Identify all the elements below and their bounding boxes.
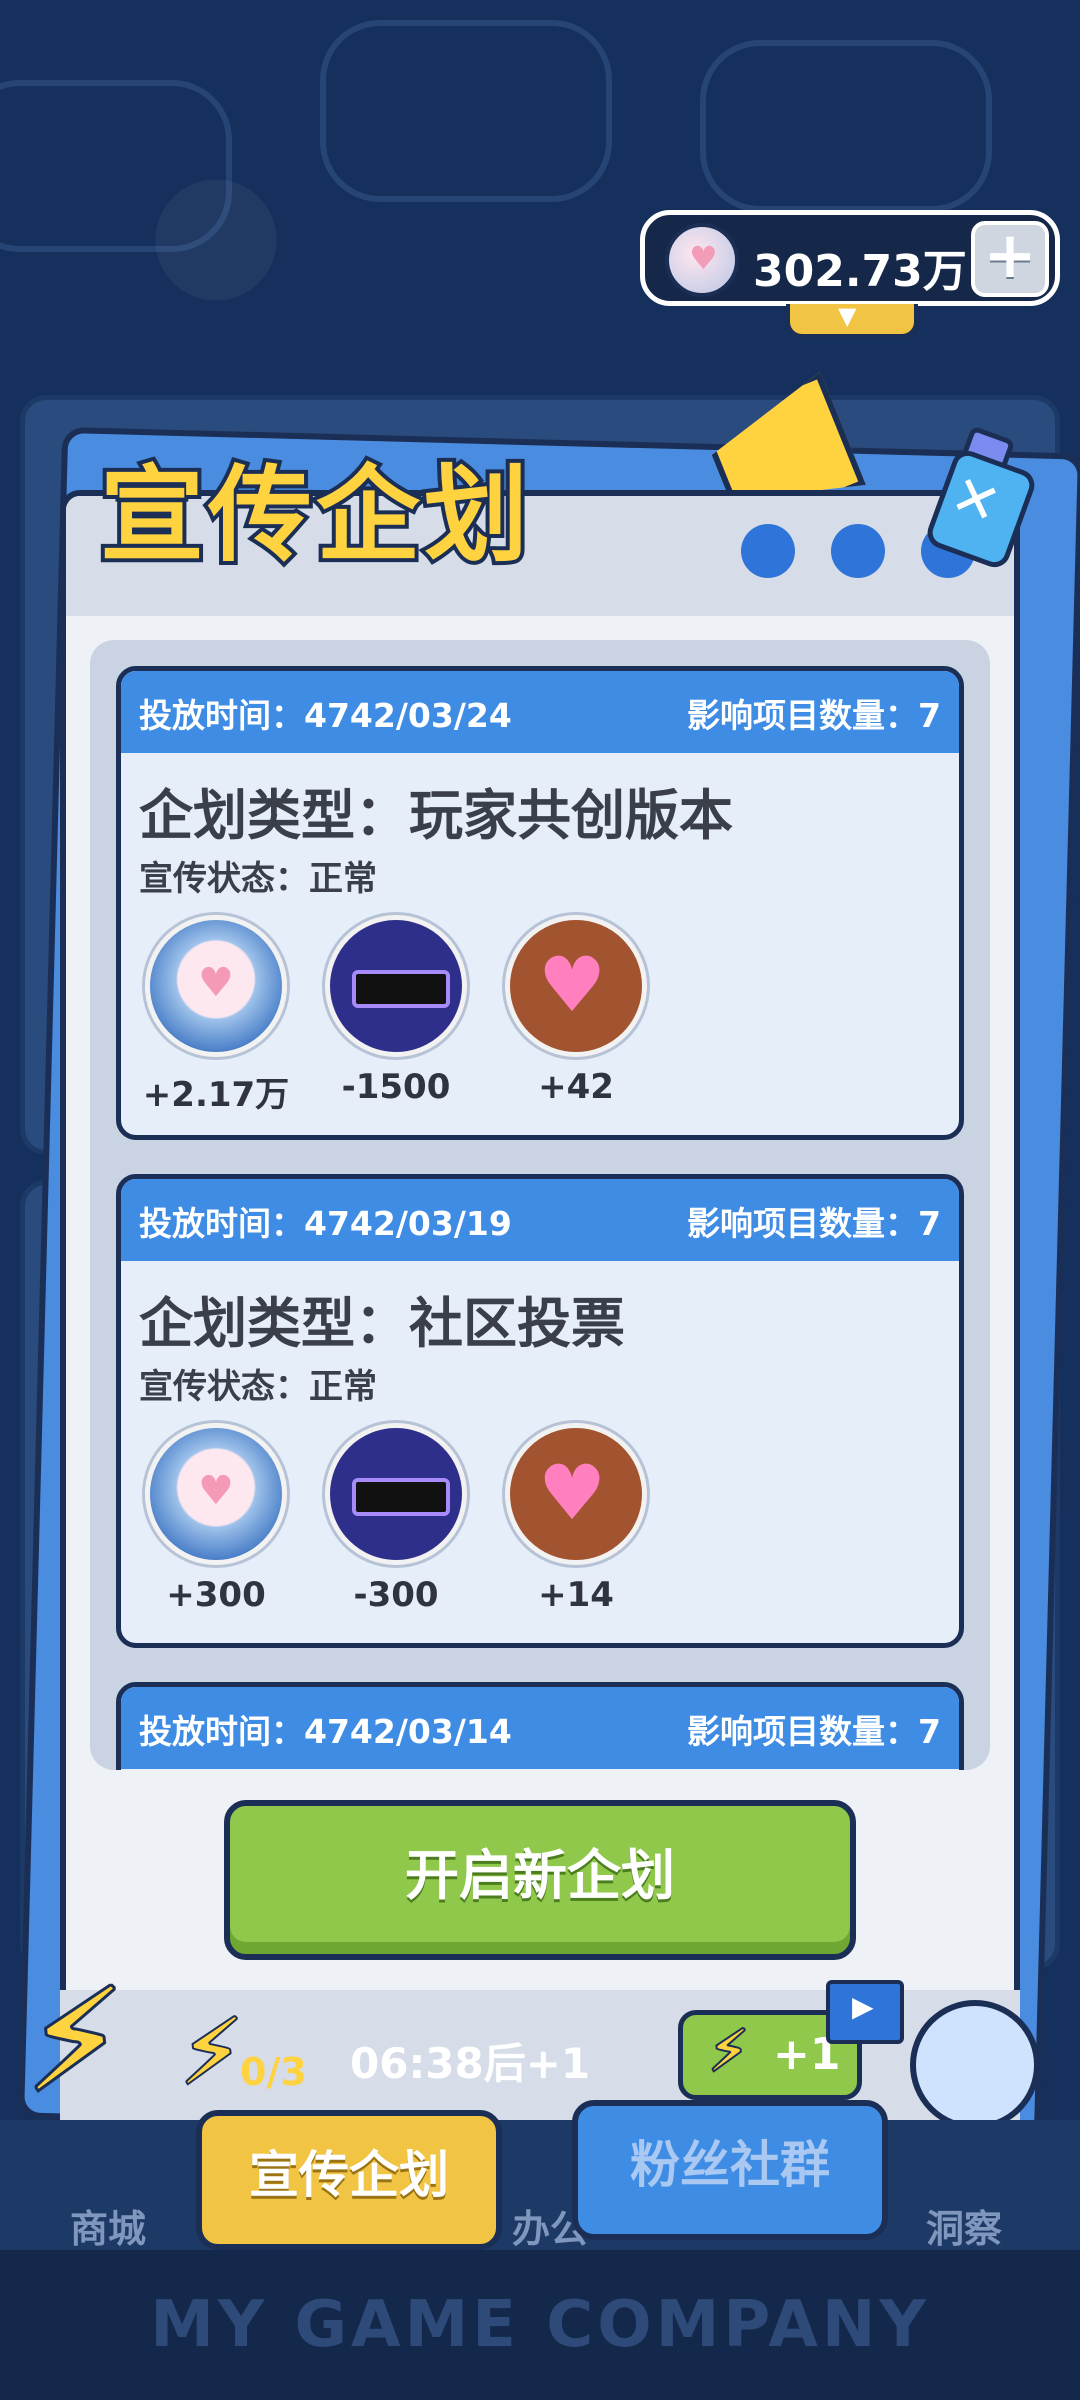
heart-icon: ♥ — [505, 915, 647, 1057]
video-clapper-icon: ▶ — [826, 1980, 904, 2044]
start-new-campaign-button[interactable]: 开启新企划 — [224, 1800, 856, 1960]
effect-value: +14 — [538, 1575, 614, 1615]
fans-icon: ♥ — [145, 1423, 287, 1565]
brand-logo: MY GAME COMPANY — [0, 2250, 1080, 2400]
lightning-icon: ⚡ — [707, 2017, 750, 2086]
effect-fans: ♥ +2.17万 — [141, 915, 291, 1116]
energy-timer: 06:38后+1 — [350, 2039, 591, 2088]
nav-shop[interactable]: 商城 — [70, 2198, 146, 2253]
campaign-affected-count: 影响项目数量：7 — [687, 696, 941, 735]
campaign-affected-count: 影响项目数量：7 — [687, 1712, 941, 1751]
fans-coin-icon: ♥ — [665, 223, 739, 297]
currency-expand-tab[interactable]: ▼ — [786, 302, 918, 338]
campaign-time: 投放时间：4742/03/19 — [139, 1204, 512, 1243]
currency-amount: 302.73万 — [753, 246, 967, 297]
nav-tab-fan-community[interactable]: 粉丝社群 — [572, 2100, 888, 2240]
effect-love: ♥ +42 — [501, 915, 651, 1107]
effect-love: ♥ +14 — [501, 1423, 651, 1615]
campaign-type: 企划类型：玩家共创版本 — [139, 784, 733, 847]
pixel-sunglasses-icon — [325, 915, 467, 1057]
nav-tab-promo[interactable]: 宣传企划 — [196, 2110, 502, 2250]
effect-value: +42 — [538, 1067, 614, 1107]
add-currency-button[interactable]: + — [971, 221, 1049, 297]
campaign-status: 宣传状态：正常 — [139, 1367, 377, 1407]
pixel-sunglasses-icon — [325, 1423, 467, 1565]
campaign-list[interactable]: 投放时间：4742/03/24 影响项目数量：7 企划类型：玩家共创版本 宣传状… — [90, 640, 990, 1770]
heart-icon: ♥ — [505, 1423, 647, 1565]
campaign-time: 投放时间：4742/03/24 — [139, 696, 512, 735]
campaign-type: 企划类型：社区投票 — [139, 1292, 625, 1355]
chevron-down-icon: ▼ — [838, 302, 857, 330]
campaign-card: 投放时间：4742/03/14 影响项目数量：7 — [116, 1682, 964, 1770]
energy-count: 0/3 — [240, 2050, 307, 2094]
currency-display: ♥ 302.73万 + — [640, 210, 1060, 306]
magnet-mascot-icon — [910, 2000, 1040, 2130]
campaign-card-header: 投放时间：4742/03/19 影响项目数量：7 — [121, 1179, 959, 1261]
effect-value: +300 — [166, 1575, 266, 1615]
lightning-icon: ⚡ — [178, 1998, 245, 2107]
bottom-nav: 商城 办公 洞察 — [0, 2120, 1080, 2253]
campaign-time: 投放时间：4742/03/14 — [139, 1712, 512, 1751]
effect-cool: -300 — [321, 1423, 471, 1615]
campaign-status: 宣传状态：正常 — [139, 859, 377, 899]
campaign-affected-count: 影响项目数量：7 — [687, 1204, 941, 1243]
lightning-mascot-icon: ⚡ — [23, 1957, 127, 2126]
fans-icon: ♥ — [145, 915, 287, 1057]
effect-value: -1500 — [341, 1067, 451, 1107]
nav-insight[interactable]: 洞察 — [926, 2198, 1002, 2253]
window-dot — [831, 524, 885, 578]
campaign-card: 投放时间：4742/03/19 影响项目数量：7 企划类型：社区投票 宣传状态：… — [116, 1174, 964, 1648]
campaign-card: 投放时间：4742/03/24 影响项目数量：7 企划类型：玩家共创版本 宣传状… — [116, 666, 964, 1140]
window-dot — [741, 524, 795, 578]
effect-value: -300 — [353, 1575, 439, 1615]
effect-fans: ♥ +300 — [141, 1423, 291, 1615]
close-button[interactable]: ✕ — [920, 425, 1040, 572]
controller-pattern — [320, 20, 612, 202]
effect-cool: -1500 — [321, 915, 471, 1107]
campaign-card-header: 投放时间：4742/03/24 影响项目数量：7 — [121, 671, 959, 753]
controller-pattern — [0, 80, 232, 252]
controller-pattern — [700, 40, 992, 212]
window-title: 宣传企划 — [96, 450, 533, 580]
effect-value: +2.17万 — [142, 1075, 290, 1115]
campaign-card-header: 投放时间：4742/03/14 影响项目数量：7 — [121, 1687, 959, 1769]
